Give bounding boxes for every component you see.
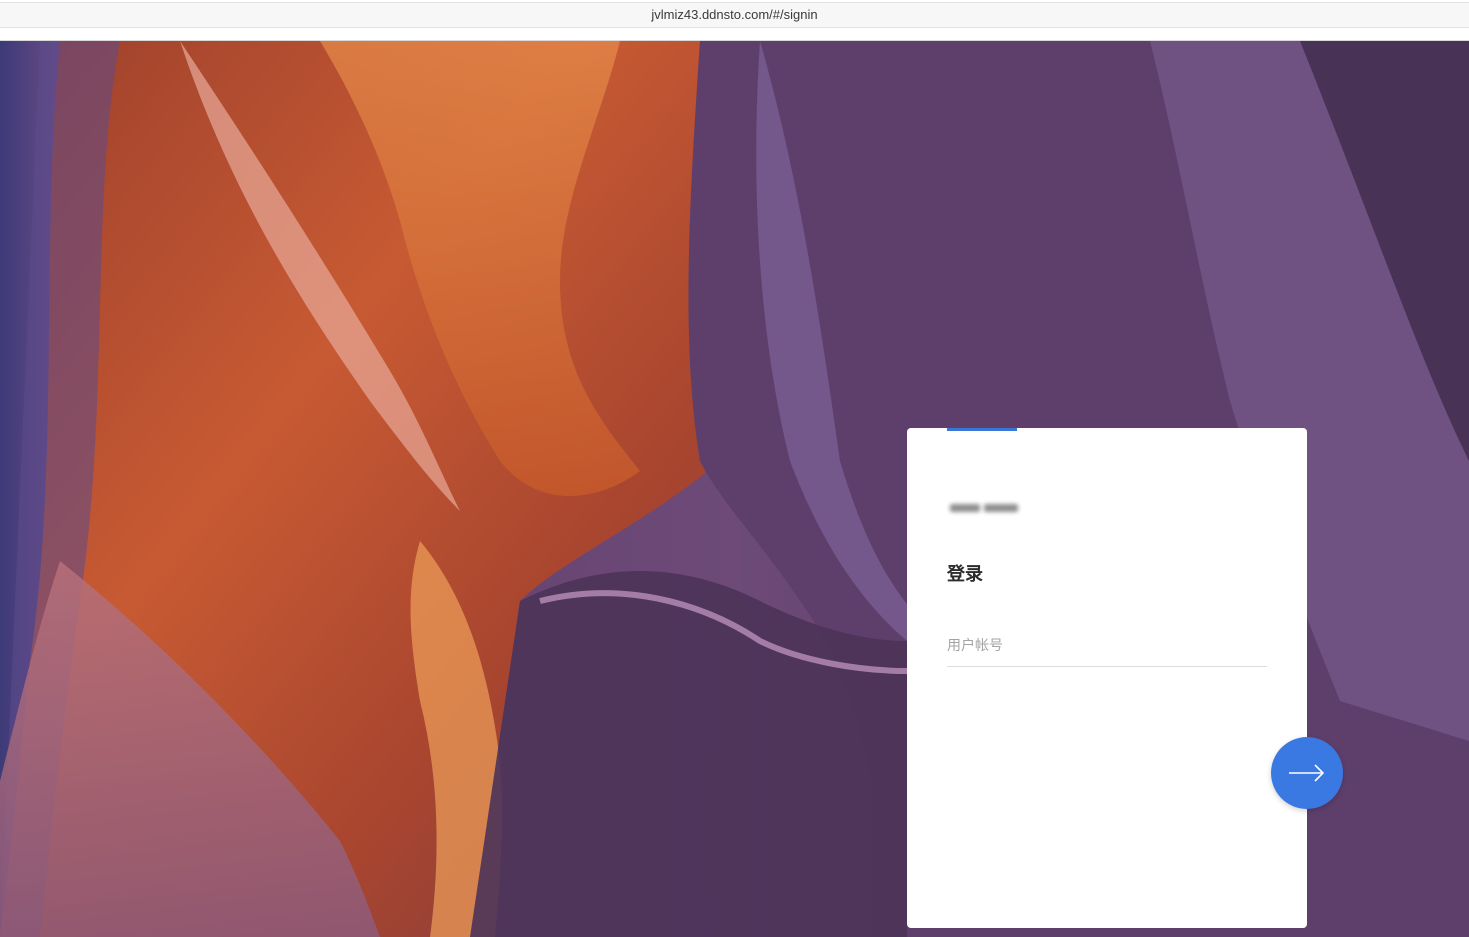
login-card: 登录: [907, 428, 1307, 928]
arrow-right-icon: [1289, 764, 1325, 782]
signin-page: 登录: [0, 41, 1469, 937]
address-bar[interactable]: jvlmiz43.ddnsto.com/#/signin: [0, 2, 1469, 28]
brand-logo: [948, 499, 1021, 517]
page-title: 登录: [947, 564, 983, 585]
username-input[interactable]: [947, 625, 1267, 667]
card-accent-bar: [947, 428, 1017, 431]
browser-toolbar: jvlmiz43.ddnsto.com/#/signin: [0, 0, 1469, 41]
next-button[interactable]: [1271, 737, 1343, 809]
